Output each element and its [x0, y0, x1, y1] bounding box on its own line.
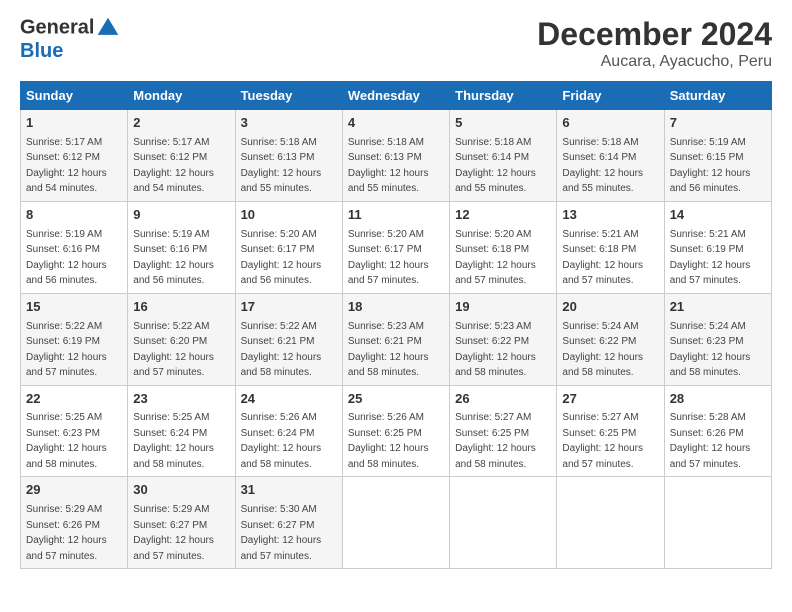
day-cell-11: 11 Sunrise: 5:20 AMSunset: 6:17 PMDaylig…	[342, 201, 449, 293]
day-cell-23: 23 Sunrise: 5:25 AMSunset: 6:24 PMDaylig…	[128, 385, 235, 477]
day-cell-19: 19 Sunrise: 5:23 AMSunset: 6:22 PMDaylig…	[450, 293, 557, 385]
day-cell-30: 30 Sunrise: 5:29 AMSunset: 6:27 PMDaylig…	[128, 477, 235, 569]
day-cell-10: 10 Sunrise: 5:20 AMSunset: 6:17 PMDaylig…	[235, 201, 342, 293]
col-tuesday: Tuesday	[235, 82, 342, 110]
col-friday: Friday	[557, 82, 664, 110]
day-cell-21: 21 Sunrise: 5:24 AMSunset: 6:23 PMDaylig…	[664, 293, 771, 385]
table-row: 15 Sunrise: 5:22 AMSunset: 6:19 PMDaylig…	[21, 293, 772, 385]
day-cell-5: 5 Sunrise: 5:18 AMSunset: 6:14 PMDayligh…	[450, 110, 557, 202]
page: General Blue December 2024 Aucara, Ayacu…	[0, 0, 792, 585]
header: General Blue December 2024 Aucara, Ayacu…	[20, 16, 772, 71]
day-cell-26: 26 Sunrise: 5:27 AMSunset: 6:25 PMDaylig…	[450, 385, 557, 477]
empty-cell	[664, 477, 771, 569]
table-row: 22 Sunrise: 5:25 AMSunset: 6:23 PMDaylig…	[21, 385, 772, 477]
day-cell-2: 2 Sunrise: 5:17 AMSunset: 6:12 PMDayligh…	[128, 110, 235, 202]
col-saturday: Saturday	[664, 82, 771, 110]
main-title: December 2024	[537, 16, 772, 53]
day-cell-7: 7 Sunrise: 5:19 AMSunset: 6:15 PMDayligh…	[664, 110, 771, 202]
day-cell-18: 18 Sunrise: 5:23 AMSunset: 6:21 PMDaylig…	[342, 293, 449, 385]
sub-title: Aucara, Ayacucho, Peru	[537, 53, 772, 71]
day-cell-8: 8 Sunrise: 5:19 AMSunset: 6:16 PMDayligh…	[21, 201, 128, 293]
empty-cell	[342, 477, 449, 569]
empty-cell	[450, 477, 557, 569]
calendar-header-row: Sunday Monday Tuesday Wednesday Thursday…	[21, 82, 772, 110]
logo-blue: Blue	[20, 40, 120, 63]
day-cell-29: 29 Sunrise: 5:29 AMSunset: 6:26 PMDaylig…	[21, 477, 128, 569]
day-cell-28: 28 Sunrise: 5:28 AMSunset: 6:26 PMDaylig…	[664, 385, 771, 477]
title-block: December 2024 Aucara, Ayacucho, Peru	[537, 16, 772, 71]
logo-general: General	[20, 16, 94, 38]
logo: General Blue	[20, 16, 120, 63]
day-cell-16: 16 Sunrise: 5:22 AMSunset: 6:20 PMDaylig…	[128, 293, 235, 385]
table-row: 1 Sunrise: 5:17 AMSunset: 6:12 PMDayligh…	[21, 110, 772, 202]
col-thursday: Thursday	[450, 82, 557, 110]
day-cell-31: 31 Sunrise: 5:30 AMSunset: 6:27 PMDaylig…	[235, 477, 342, 569]
table-row: 8 Sunrise: 5:19 AMSunset: 6:16 PMDayligh…	[21, 201, 772, 293]
day-cell-20: 20 Sunrise: 5:24 AMSunset: 6:22 PMDaylig…	[557, 293, 664, 385]
day-cell-4: 4 Sunrise: 5:18 AMSunset: 6:13 PMDayligh…	[342, 110, 449, 202]
table-row: 29 Sunrise: 5:29 AMSunset: 6:26 PMDaylig…	[21, 477, 772, 569]
day-cell-1: 1 Sunrise: 5:17 AMSunset: 6:12 PMDayligh…	[21, 110, 128, 202]
day-cell-9: 9 Sunrise: 5:19 AMSunset: 6:16 PMDayligh…	[128, 201, 235, 293]
day-cell-13: 13 Sunrise: 5:21 AMSunset: 6:18 PMDaylig…	[557, 201, 664, 293]
day-cell-24: 24 Sunrise: 5:26 AMSunset: 6:24 PMDaylig…	[235, 385, 342, 477]
col-wednesday: Wednesday	[342, 82, 449, 110]
day-cell-25: 25 Sunrise: 5:26 AMSunset: 6:25 PMDaylig…	[342, 385, 449, 477]
col-sunday: Sunday	[21, 82, 128, 110]
col-monday: Monday	[128, 82, 235, 110]
day-cell-6: 6 Sunrise: 5:18 AMSunset: 6:14 PMDayligh…	[557, 110, 664, 202]
day-cell-15: 15 Sunrise: 5:22 AMSunset: 6:19 PMDaylig…	[21, 293, 128, 385]
day-cell-3: 3 Sunrise: 5:18 AMSunset: 6:13 PMDayligh…	[235, 110, 342, 202]
day-cell-27: 27 Sunrise: 5:27 AMSunset: 6:25 PMDaylig…	[557, 385, 664, 477]
empty-cell	[557, 477, 664, 569]
logo-icon	[96, 16, 120, 40]
calendar-table: Sunday Monday Tuesday Wednesday Thursday…	[20, 81, 772, 569]
day-cell-17: 17 Sunrise: 5:22 AMSunset: 6:21 PMDaylig…	[235, 293, 342, 385]
day-cell-14: 14 Sunrise: 5:21 AMSunset: 6:19 PMDaylig…	[664, 201, 771, 293]
day-cell-12: 12 Sunrise: 5:20 AMSunset: 6:18 PMDaylig…	[450, 201, 557, 293]
day-cell-22: 22 Sunrise: 5:25 AMSunset: 6:23 PMDaylig…	[21, 385, 128, 477]
